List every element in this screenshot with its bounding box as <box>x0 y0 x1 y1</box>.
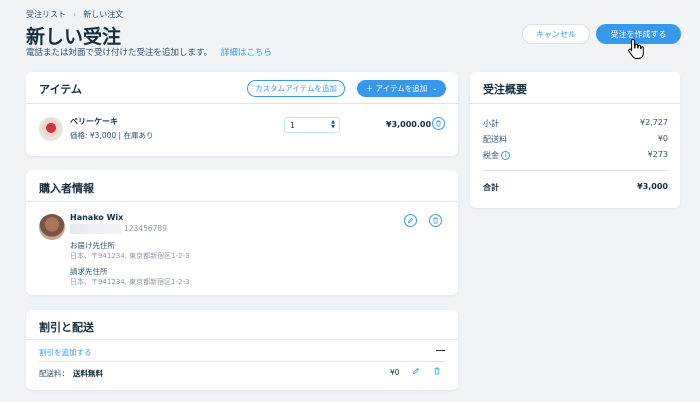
items-title: アイテム <box>39 83 82 96</box>
info-icon[interactable]: i <box>501 151 510 160</box>
breadcrumb: 受注リスト › 新しい注文 <box>26 9 123 20</box>
quantity-value: 1 <box>290 120 295 130</box>
shipping-method: 送料無料 <box>73 369 103 378</box>
hand-cursor-icon <box>628 38 644 59</box>
shipping-address-label: お届け先住所 <box>70 241 115 250</box>
discount-title: 割引と配送 <box>39 321 94 334</box>
chevron-down-icon: ⌄ <box>432 85 438 92</box>
items-divider <box>26 103 458 104</box>
add-custom-item-button[interactable]: カスタムアイテムを追加 <box>247 80 345 97</box>
tax-label: 税金 <box>483 151 499 160</box>
product-name: ベリーケーキ <box>70 117 118 126</box>
summary-title: 受注概要 <box>483 83 527 96</box>
product-meta: 価格: ¥3,000 | 在庫あり <box>70 131 154 140</box>
discount-divider <box>26 339 458 340</box>
buyer-name: Hanako Wix <box>70 213 124 222</box>
subtotal-label: 小計 <box>483 119 499 128</box>
blurred-field <box>70 224 122 234</box>
shipping-divider <box>39 361 445 362</box>
page-title: 新しい受注 <box>26 26 122 48</box>
add-item-label: ＋ アイテムを追加 <box>365 84 428 93</box>
details-link[interactable]: 詳細はこちら <box>221 48 272 58</box>
stepper-arrows-icon[interactable]: ▲ ▼ <box>331 120 335 130</box>
shipping-summary-label: 配送料 <box>483 135 507 144</box>
total-value: ¥3,000 <box>637 182 668 191</box>
chevron-right-icon: › <box>73 10 77 19</box>
subtotal-value: ¥2,727 <box>640 118 668 127</box>
add-discount-link[interactable]: 割引を追加する <box>39 347 92 358</box>
delete-item-button[interactable] <box>432 117 445 130</box>
buyer-divider <box>26 201 458 202</box>
add-item-button[interactable]: ＋ アイテムを追加 ⌄ <box>357 80 446 97</box>
summary-divider <box>470 103 680 104</box>
pencil-icon <box>407 217 414 224</box>
breadcrumb-current: 新しい注文 <box>83 10 124 19</box>
tax-row-label: 税金 i <box>483 150 510 161</box>
buyer-phone: 123456789 <box>124 224 167 233</box>
trash-icon[interactable] <box>433 367 441 375</box>
delete-buyer-button[interactable] <box>429 214 442 227</box>
shipping-label: 配送料： <box>39 369 69 378</box>
product-image <box>39 117 63 141</box>
billing-address-label: 請求先住所 <box>70 267 108 276</box>
shipping-address: 日本、〒941234, 東京都新宿区1-2-3 <box>70 252 190 260</box>
line-total: ¥3,000.00 <box>386 120 432 129</box>
pencil-icon[interactable] <box>412 367 420 375</box>
quantity-stepper[interactable]: 1 ▲ ▼ <box>284 117 340 133</box>
collapse-icon[interactable] <box>436 350 445 351</box>
total-divider <box>483 170 668 171</box>
tax-value: ¥273 <box>647 150 668 159</box>
trash-icon <box>436 120 441 127</box>
total-label: 合計 <box>483 183 499 192</box>
avatar <box>39 214 65 240</box>
subtitle-text: 電話または対面で受け付けた受注を追加します。 <box>26 48 213 58</box>
page-subtitle: 電話または対面で受け付けた受注を追加します。 詳細はこちら <box>26 46 272 58</box>
billing-address: 日本、〒941234, 東京都新宿区1-2-3 <box>70 278 190 286</box>
edit-buyer-button[interactable] <box>404 214 417 227</box>
buyer-title: 購入者情報 <box>39 182 94 195</box>
shipping-row: 配送料： 送料無料 <box>39 368 103 379</box>
shipping-summary-value: ¥0 <box>657 134 668 143</box>
cancel-button[interactable]: キャンセル <box>522 24 590 44</box>
trash-icon <box>433 217 438 224</box>
shipping-price: ¥0 <box>390 368 400 377</box>
breadcrumb-parent[interactable]: 受注リスト <box>26 9 66 20</box>
